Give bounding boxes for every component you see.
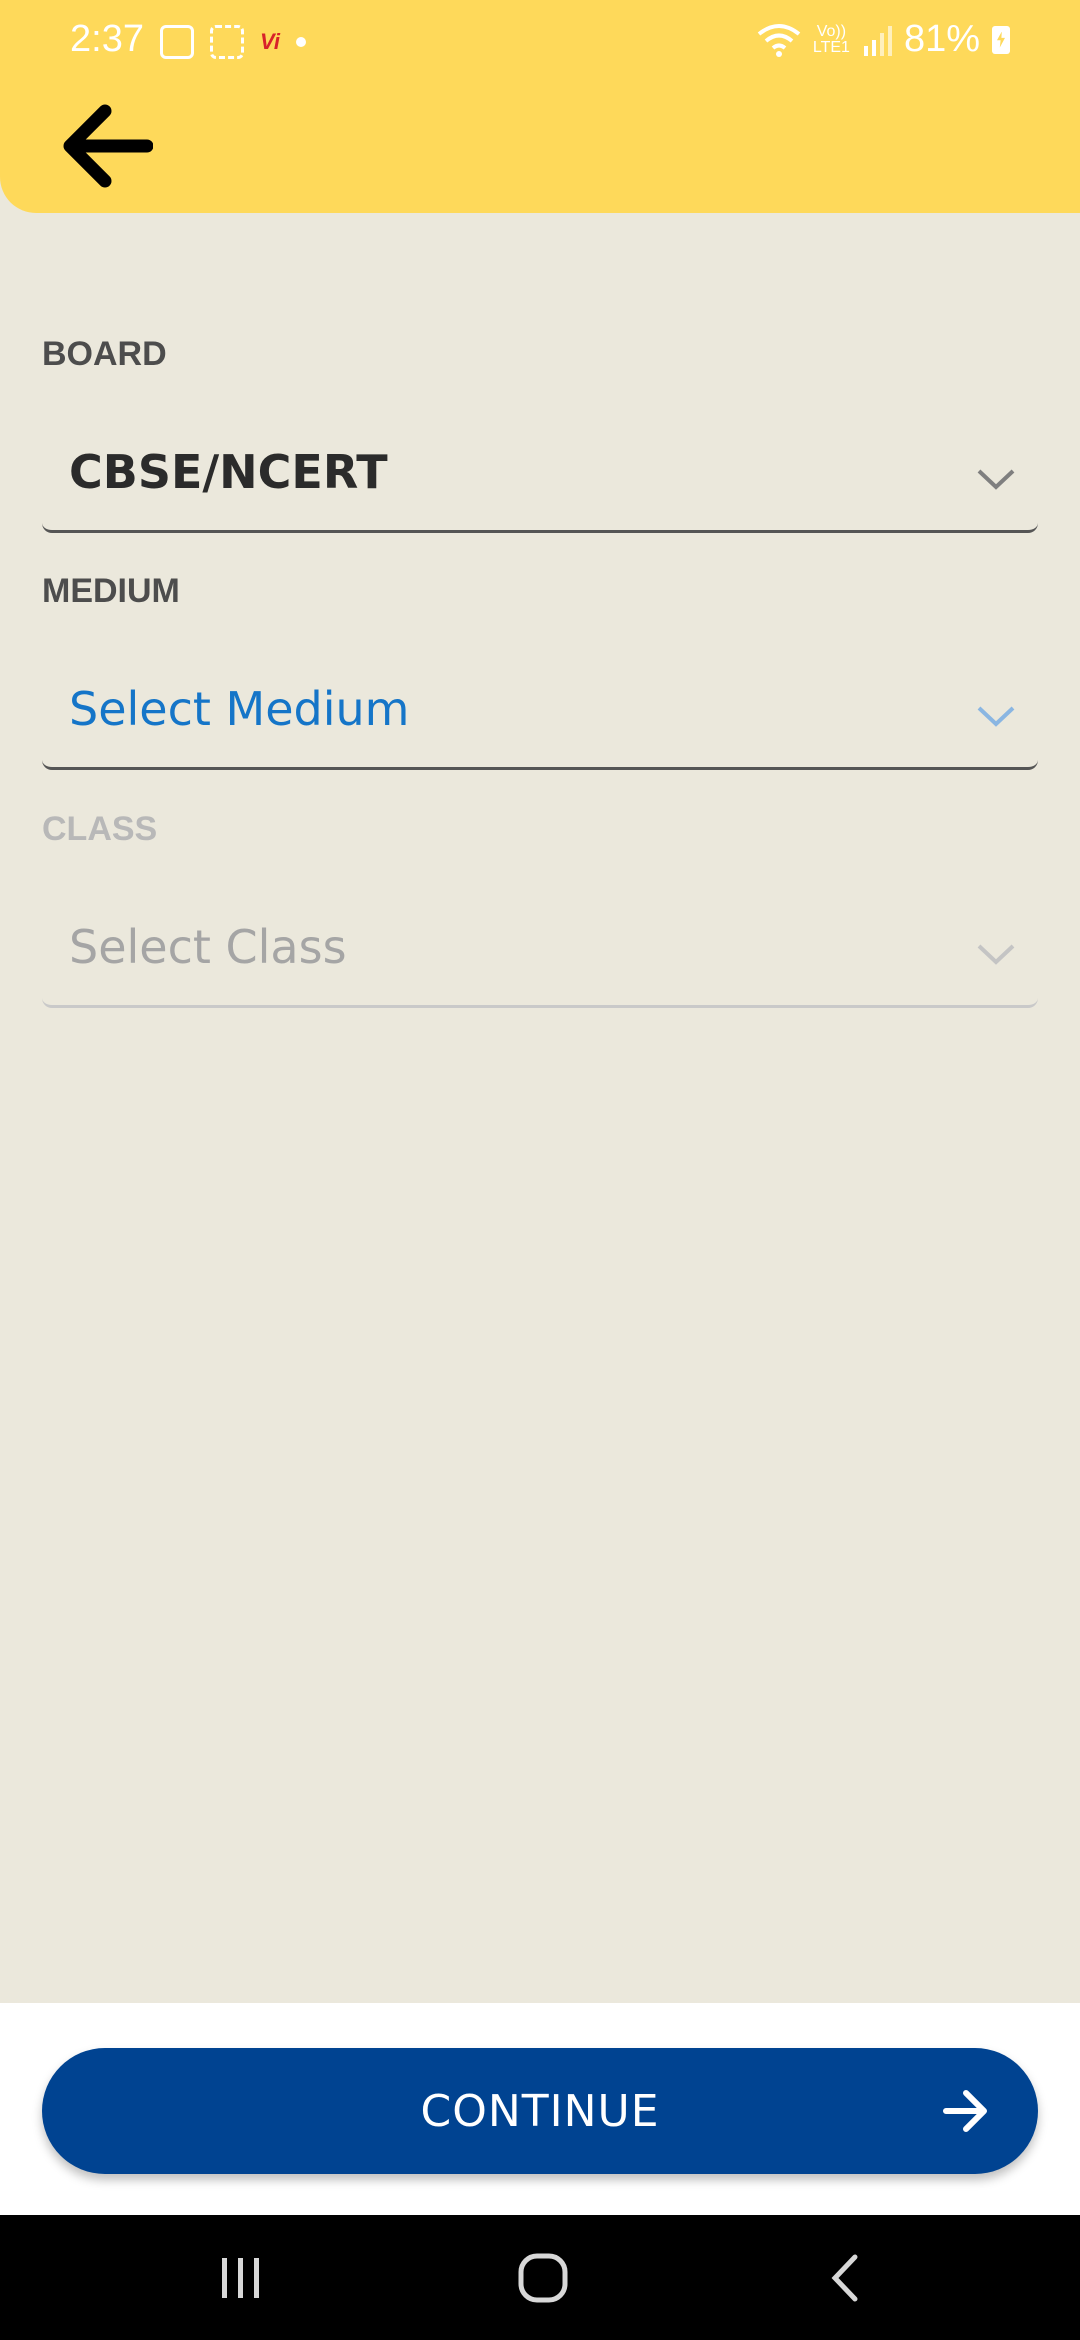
chevron-down-icon <box>977 944 1015 965</box>
board-dropdown[interactable]: CBSE/NCERT <box>42 413 1038 533</box>
volte-indicator: Vo)) LTE1 <box>812 22 850 56</box>
system-back-button[interactable] <box>805 2243 885 2313</box>
board-label: BOARD <box>42 335 167 373</box>
status-time: 2:37 <box>70 18 144 60</box>
more-notifications-dot-icon <box>295 37 306 47</box>
chevron-down-icon <box>977 706 1015 727</box>
footer-bar: CONTINUE <box>0 2003 1080 2215</box>
battery-charging-icon <box>992 25 1010 54</box>
medium-dropdown[interactable]: Select Medium <box>42 650 1038 770</box>
home-button[interactable] <box>503 2243 583 2313</box>
gallery-icon <box>160 25 194 59</box>
medium-label: MEDIUM <box>42 572 180 610</box>
home-icon <box>518 2253 568 2303</box>
arrow-right-icon <box>943 2090 987 2132</box>
continue-label: CONTINUE <box>420 2085 660 2137</box>
calendar-icon <box>210 25 244 59</box>
chevron-down-icon <box>977 469 1015 490</box>
vi-carrier-icon: Vi <box>260 29 280 54</box>
recents-icon <box>222 2258 259 2298</box>
class-dropdown[interactable]: Select Class <box>42 888 1038 1008</box>
back-chevron-icon <box>831 2254 858 2302</box>
wifi-icon <box>757 23 801 57</box>
back-button[interactable] <box>52 96 162 196</box>
board-selected-value: CBSE/NCERT <box>69 445 388 499</box>
arrow-left-icon <box>63 104 153 188</box>
continue-button[interactable]: CONTINUE <box>42 2048 1038 2174</box>
medium-placeholder: Select Medium <box>69 682 410 736</box>
status-system-icons: Vo)) LTE1 81% <box>757 18 1010 61</box>
system-nav-bar <box>0 2215 1080 2340</box>
recents-button[interactable] <box>201 2243 281 2313</box>
status-bar: 2:37 Vi Vo)) LTE1 81% <box>0 0 1080 84</box>
battery-percent: 81% <box>903 18 980 60</box>
header-bar: 2:37 Vi Vo)) LTE1 81% <box>0 0 1080 213</box>
class-label: CLASS <box>42 810 158 848</box>
class-placeholder: Select Class <box>69 920 347 974</box>
status-notification-icons: Vi <box>160 22 306 62</box>
signal-icon <box>863 25 892 56</box>
